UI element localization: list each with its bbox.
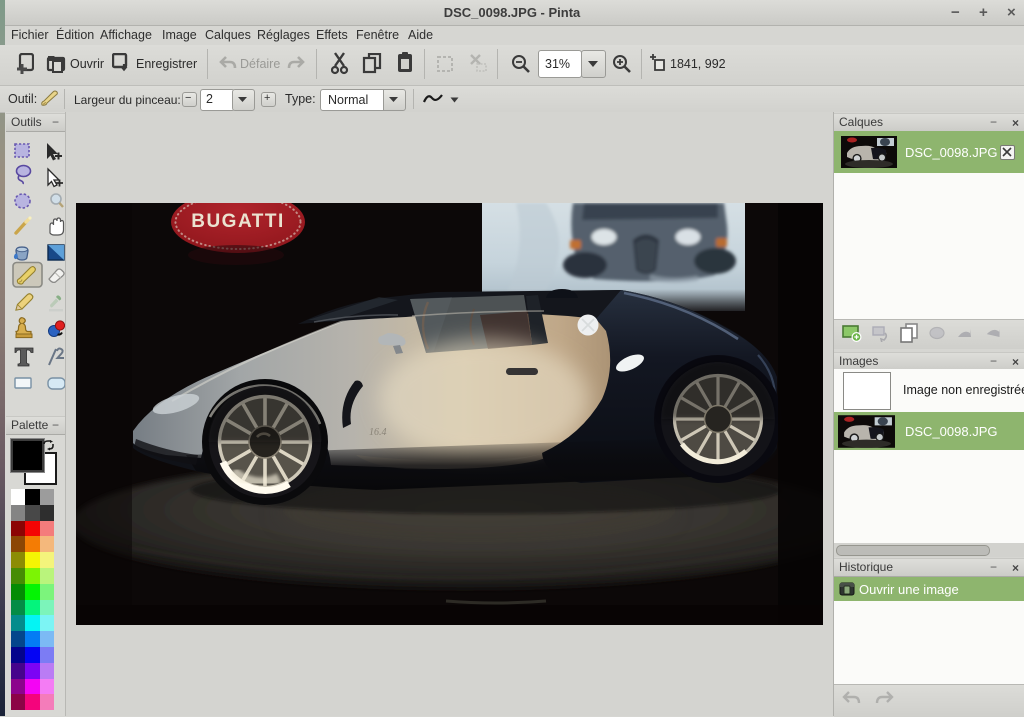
svg-text:BUGATTI: BUGATTI xyxy=(191,211,285,232)
svg-text:16.4: 16.4 xyxy=(369,427,387,438)
